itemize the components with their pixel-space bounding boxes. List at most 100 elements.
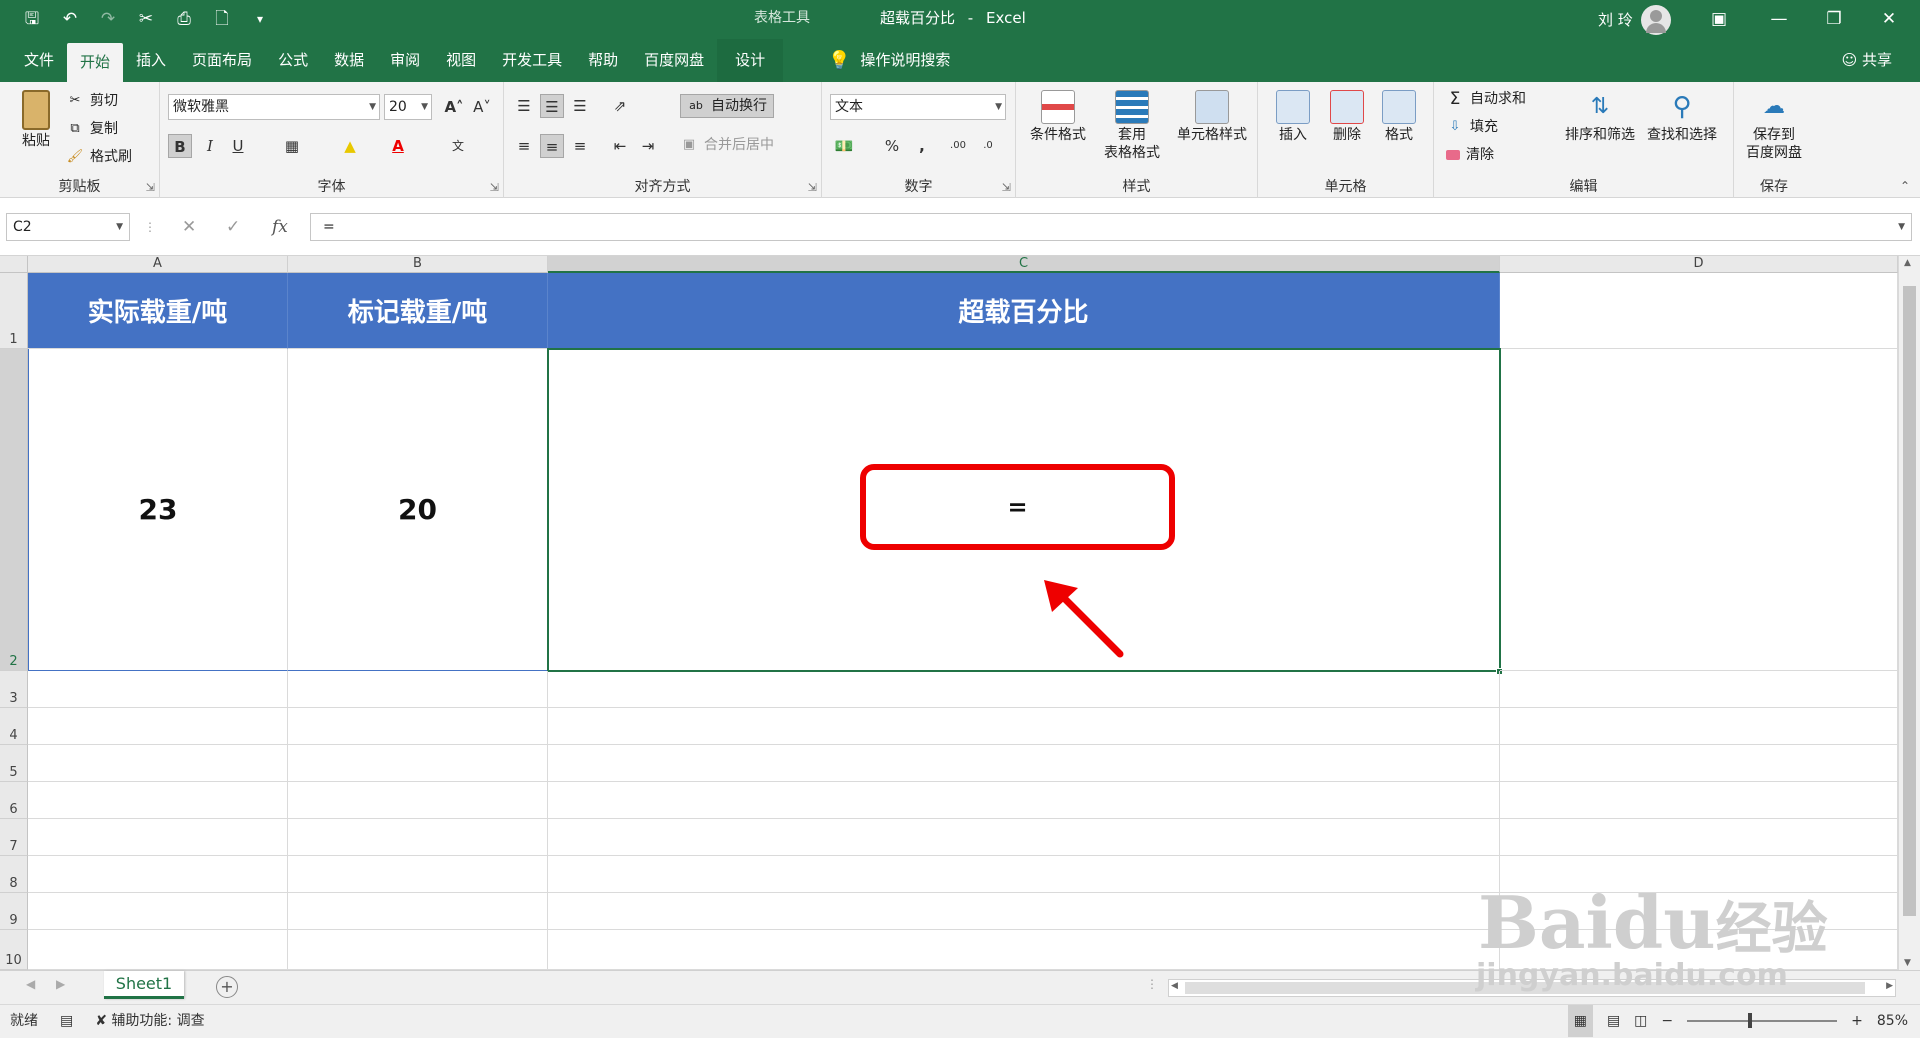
sort-filter-button[interactable]: ⇅ 排序和筛选	[1562, 90, 1638, 144]
conditional-format-button[interactable]: 条件格式	[1022, 90, 1094, 144]
enter-icon[interactable]: ✓	[226, 213, 240, 241]
cell-c7[interactable]	[548, 819, 1500, 856]
cell-d9[interactable]	[1500, 893, 1898, 930]
cell-b4[interactable]	[288, 708, 548, 745]
cell-c3[interactable]	[548, 671, 1500, 708]
underline-button[interactable]: U	[226, 134, 250, 158]
font-size-combo[interactable]: 20 ▼	[384, 94, 432, 120]
scroll-up-icon[interactable]: ▲	[1904, 258, 1911, 268]
new-document-icon[interactable]: 🗋	[210, 6, 234, 32]
cell-c8[interactable]	[548, 856, 1500, 893]
merge-center-button[interactable]: ▣ 合并后居中	[680, 134, 774, 156]
row-header-8[interactable]: 8	[0, 856, 28, 893]
tab-baidu-netdisk[interactable]: 百度网盘	[631, 39, 717, 82]
zoom-out-icon[interactable]: −	[1661, 1005, 1673, 1037]
clear-button[interactable]: 清除	[1446, 144, 1494, 166]
cell-c9[interactable]	[548, 893, 1500, 930]
format-painter-button[interactable]: 🖌 格式刷	[66, 146, 132, 168]
tab-design[interactable]: 设计	[717, 39, 784, 82]
select-all-corner[interactable]	[0, 256, 28, 273]
dialog-launcher-icon[interactable]: ⇲	[808, 181, 817, 194]
cell-c10[interactable]	[548, 930, 1500, 970]
normal-view-icon[interactable]: ▦	[1567, 1005, 1593, 1037]
tab-data[interactable]: 数据	[321, 39, 377, 82]
user-account[interactable]: 刘 玲	[1598, 0, 1671, 39]
shrink-font-icon[interactable]: A˅	[470, 95, 494, 119]
column-header-a[interactable]: A	[28, 256, 288, 273]
cell-a6[interactable]	[28, 782, 288, 819]
accounting-format-icon[interactable]: 💵	[832, 134, 856, 158]
cell-b8[interactable]	[288, 856, 548, 893]
horizontal-scroll-thumb[interactable]	[1185, 982, 1865, 994]
align-top-icon[interactable]: ☰	[512, 94, 536, 118]
tab-file[interactable]: 文件	[0, 39, 67, 82]
fill-color-icon[interactable]: ▲	[338, 134, 362, 158]
scissors-icon[interactable]: ✂	[134, 6, 158, 32]
cell-c1[interactable]: 超载百分比	[548, 273, 1500, 349]
find-select-button[interactable]: ⚲ 查找和选择	[1642, 90, 1722, 144]
cell-a4[interactable]	[28, 708, 288, 745]
minimize-icon[interactable]: —	[1756, 0, 1802, 39]
column-header-d[interactable]: D	[1500, 256, 1898, 273]
font-color-button[interactable]: A	[386, 134, 410, 158]
column-header-b[interactable]: B	[288, 256, 548, 273]
increase-indent-icon[interactable]: ⇥	[636, 134, 660, 158]
cell-d10[interactable]	[1500, 930, 1898, 970]
dialog-launcher-icon[interactable]: ⇲	[490, 181, 499, 194]
share-button[interactable]: ☺ 共享	[1842, 39, 1892, 82]
cell-d5[interactable]	[1500, 745, 1898, 782]
tab-insert[interactable]: 插入	[123, 39, 179, 82]
cell-styles-button[interactable]: 单元格样式	[1170, 90, 1254, 144]
insert-function-button[interactable]: fx	[272, 213, 288, 241]
horizontal-scrollbar[interactable]: ◀ ▶	[1168, 979, 1896, 997]
percent-style-button[interactable]: %	[880, 134, 904, 158]
copy-button[interactable]: ⧉ 复制	[66, 118, 118, 140]
row-header-6[interactable]: 6	[0, 782, 28, 819]
zoom-level[interactable]: 85%	[1877, 1005, 1908, 1037]
vertical-scrollbar[interactable]: ▲ ▼	[1898, 256, 1920, 970]
tab-page-layout[interactable]: 页面布局	[179, 39, 265, 82]
collapse-ribbon-icon[interactable]: ⌃	[1900, 179, 1910, 193]
cell-d1[interactable]	[1500, 273, 1898, 349]
vertical-scroll-thumb[interactable]	[1903, 286, 1916, 916]
align-middle-icon[interactable]: ☰	[540, 94, 564, 118]
number-format-combo[interactable]: 文本 ▼	[830, 94, 1006, 120]
cell-a10[interactable]	[28, 930, 288, 970]
row-header-3[interactable]: 3	[0, 671, 28, 708]
zoom-in-icon[interactable]: +	[1851, 1005, 1863, 1037]
cut-button[interactable]: ✂ 剪切	[66, 90, 118, 112]
format-as-table-button[interactable]: 套用 表格格式	[1096, 90, 1168, 162]
align-bottom-icon[interactable]: ☰	[568, 94, 592, 118]
grow-font-icon[interactable]: A˄	[442, 95, 466, 119]
tab-home[interactable]: 开始	[67, 43, 124, 82]
cell-c6[interactable]	[548, 782, 1500, 819]
tab-view[interactable]: 视图	[433, 39, 489, 82]
row-header-4[interactable]: 4	[0, 708, 28, 745]
redo-icon[interactable]: ↷	[96, 6, 120, 32]
splitter-icon[interactable]: ⋮	[1146, 977, 1158, 991]
page-break-view-icon[interactable]: ◫	[1634, 1005, 1647, 1037]
formula-input[interactable]: = ▼	[310, 213, 1912, 241]
dialog-launcher-icon[interactable]: ⇲	[1002, 181, 1011, 194]
cell-a3[interactable]	[28, 671, 288, 708]
ribbon-display-icon[interactable]: ▣	[1696, 0, 1742, 39]
tab-formulas[interactable]: 公式	[265, 39, 321, 82]
close-icon[interactable]: ✕	[1866, 0, 1912, 39]
cell-b1[interactable]: 标记载重/吨	[288, 273, 548, 349]
name-box[interactable]: C2 ▼	[6, 213, 130, 241]
save-to-netdisk-button[interactable]: ☁ 保存到 百度网盘	[1738, 90, 1810, 162]
orientation-icon[interactable]: ⇗	[608, 94, 632, 118]
cell-d3[interactable]	[1500, 671, 1898, 708]
dialog-launcher-icon[interactable]: ⇲	[146, 181, 155, 194]
page-layout-view-icon[interactable]: ▤	[1607, 1005, 1620, 1037]
tab-developer[interactable]: 开发工具	[489, 39, 575, 82]
add-sheet-icon[interactable]: +	[216, 976, 238, 998]
column-header-c[interactable]: C	[548, 256, 1500, 273]
avatar-icon[interactable]	[1640, 4, 1671, 35]
cell-b6[interactable]	[288, 782, 548, 819]
row-header-1[interactable]: 1	[0, 273, 28, 349]
row-header-10[interactable]: 10	[0, 930, 28, 970]
cell-c4[interactable]	[548, 708, 1500, 745]
phonetic-icon[interactable]: 文	[446, 134, 470, 158]
print-preview-icon[interactable]: ⎙	[172, 6, 196, 32]
